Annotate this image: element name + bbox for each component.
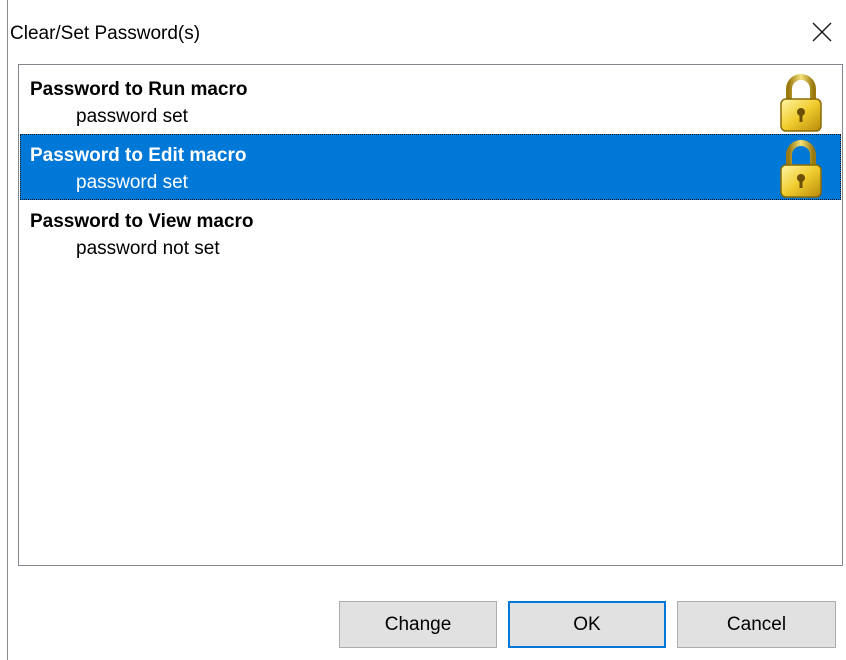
- close-button[interactable]: [800, 10, 844, 54]
- item-title: Password to View macro: [30, 211, 254, 232]
- password-list[interactable]: Password to Run macro password set Passw…: [18, 64, 843, 566]
- ok-button[interactable]: OK: [508, 601, 666, 648]
- item-title: Password to Run macro: [30, 79, 248, 100]
- window-border: [7, 0, 8, 660]
- change-button[interactable]: Change: [339, 601, 497, 648]
- footer-separator: [8, 572, 846, 573]
- list-item-view-macro[interactable]: Password to View macro password not set: [20, 200, 841, 266]
- list-item-edit-macro[interactable]: Password to Edit macro password set: [20, 134, 841, 200]
- lock-icon: [780, 74, 822, 132]
- item-status: password set: [76, 106, 188, 127]
- close-icon: [812, 22, 832, 42]
- item-title: Password to Edit macro: [30, 145, 247, 166]
- lock-icon: [780, 140, 822, 198]
- cancel-button[interactable]: Cancel: [677, 601, 836, 648]
- dialog-title: Clear/Set Password(s): [10, 23, 201, 44]
- clear-set-password-dialog: Clear/Set Password(s) Password to Run ma…: [0, 0, 846, 660]
- item-status: password not set: [76, 238, 220, 259]
- list-item-run-macro[interactable]: Password to Run macro password set: [20, 68, 841, 134]
- item-status: password set: [76, 172, 188, 193]
